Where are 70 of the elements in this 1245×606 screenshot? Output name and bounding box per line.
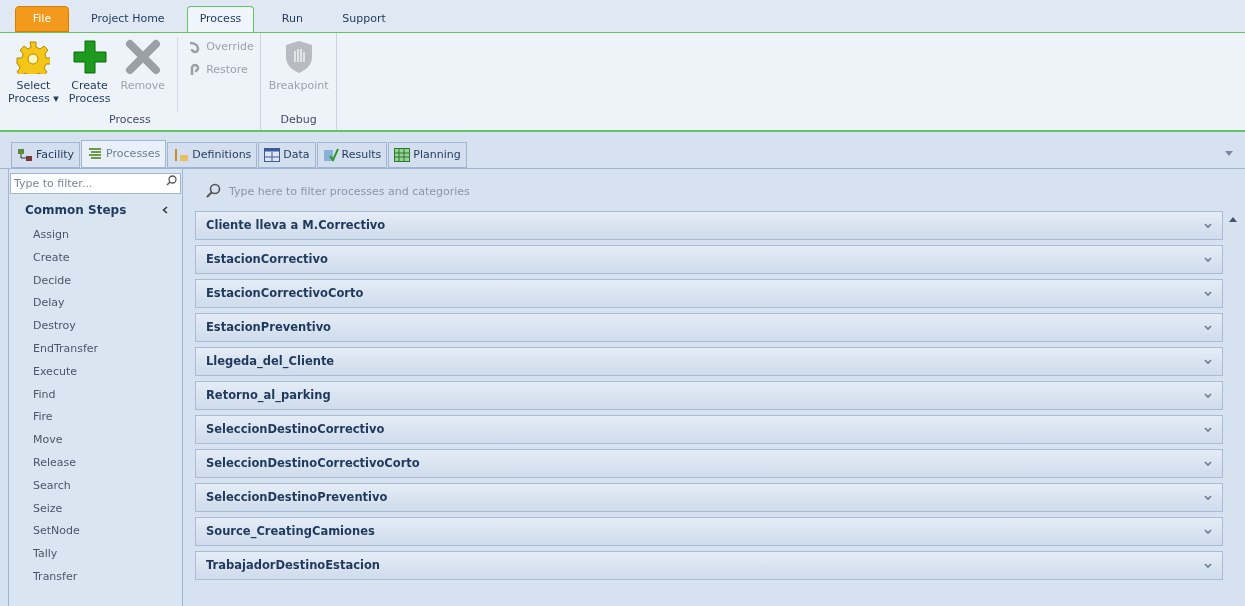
step-item[interactable]: Destroy [9, 315, 76, 338]
process-category-header[interactable]: TrabajadorDestinoEstacion [195, 551, 1223, 580]
chevron-down-icon [1204, 460, 1212, 467]
collapse-chevron-icon[interactable] [162, 206, 168, 214]
chevron-down-icon [1204, 494, 1212, 501]
chevron-down-icon [1204, 528, 1212, 535]
step-item[interactable]: Search [9, 474, 71, 498]
step-item[interactable]: Find [9, 383, 56, 407]
shield-hand-icon [283, 40, 314, 74]
step-item[interactable]: EndTransfer [9, 338, 99, 361]
process-category-header[interactable]: SeleccionDestinoCorrectivoCorto [195, 449, 1223, 478]
facility-icon [17, 148, 33, 162]
filter-field[interactable]: Type to filter... [10, 173, 181, 194]
step-item[interactable]: Create [9, 246, 70, 270]
step-item[interactable]: Move [9, 429, 63, 452]
chevron-down-icon [1204, 358, 1212, 365]
ribbon-tab[interactable]: Run [264, 6, 321, 32]
step-item[interactable]: Delay [9, 292, 65, 316]
search-icon [205, 183, 221, 199]
chevron-down-icon [1204, 426, 1212, 433]
process-category-header[interactable]: Source_CreatingCamiones [195, 517, 1223, 546]
process-category-header[interactable]: EstacionCorrectivo [195, 245, 1223, 274]
gear-icon [16, 40, 51, 74]
chevron-down-icon [1204, 256, 1212, 263]
definitions-icon [173, 148, 190, 162]
search-icon [166, 175, 177, 186]
chevron-down-icon [1204, 290, 1212, 297]
process-category-header[interactable]: Retorno_al_parking [195, 381, 1223, 410]
scroll-up-arrow-icon[interactable] [1229, 217, 1237, 222]
processes-icon [87, 147, 104, 161]
planning-icon [394, 148, 411, 162]
view-tab[interactable]: Results [316, 142, 388, 168]
ribbon-group-label: Debug [279, 111, 318, 128]
step-item[interactable]: SetNode [9, 520, 80, 544]
view-tab[interactable]: Planning [388, 142, 467, 168]
ribbon-tab[interactable]: Support [330, 6, 398, 32]
step-item[interactable]: Transfer [9, 565, 78, 589]
ribbon-button[interactable]: Select Process ▾ [6, 37, 61, 112]
process-category-header[interactable]: SeleccionDestinoPreventivo [195, 483, 1223, 512]
process-category-header[interactable]: EstacionPreventivo [195, 313, 1223, 342]
process-filter-field[interactable]: Type here to filter processes and categories [229, 179, 1239, 203]
ribbon-group-label: Process [108, 111, 152, 128]
process-category-header[interactable]: Llegeda_del_Cliente [195, 347, 1223, 376]
process-category-header[interactable]: EstacionCorrectivoCorto [195, 279, 1223, 308]
view-tab[interactable]: Data [258, 142, 316, 168]
ribbon-tab[interactable]: Process [186, 6, 255, 32]
step-item[interactable]: Seize [9, 497, 63, 521]
plus-icon [71, 39, 108, 75]
table-icon [264, 148, 281, 162]
step-item[interactable]: Assign [9, 224, 69, 247]
step-item[interactable]: Decide [9, 269, 72, 293]
step-item[interactable]: Release [9, 451, 76, 475]
view-tab[interactable]: Processes [81, 140, 167, 168]
dropdown-arrow-icon[interactable] [1225, 151, 1233, 156]
view-tab[interactable]: Facility [11, 142, 81, 168]
step-item[interactable]: Tally [9, 543, 58, 566]
chevron-down-icon [1204, 222, 1212, 229]
step-item[interactable]: Fire [9, 406, 53, 430]
step-item[interactable]: Execute [9, 360, 77, 384]
chevron-down-icon [1204, 562, 1212, 569]
view-tab[interactable]: Definitions [167, 142, 258, 168]
process-category-header[interactable]: SeleccionDestinoCorrectivo [195, 415, 1223, 444]
ribbon-button[interactable]: Create Process [66, 37, 113, 112]
chevron-down-icon [1204, 324, 1212, 331]
process-category-header[interactable]: Cliente lleva a M.Correctivo [195, 211, 1223, 240]
ribbon-tab[interactable]: Project Home [79, 6, 177, 32]
cross-icon [124, 39, 161, 75]
category-header: Common Steps [25, 202, 127, 219]
chevron-down-icon [1204, 392, 1212, 399]
results-icon [322, 148, 339, 162]
